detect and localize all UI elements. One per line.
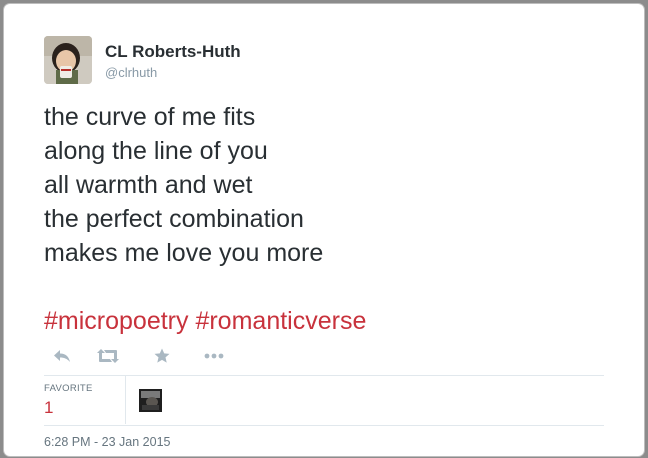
- tweet-text-line: all warmth and wet: [44, 171, 253, 199]
- tweet-text-line: the curve of me fits: [44, 103, 256, 131]
- user-handle[interactable]: @clrhuth: [105, 65, 157, 80]
- reply-button[interactable]: [48, 344, 76, 368]
- stats-separator: [125, 376, 126, 424]
- user-avatar[interactable]: [44, 36, 92, 84]
- tweet-text-line: makes me love you more: [44, 239, 324, 267]
- favorite-count[interactable]: 1: [44, 398, 53, 418]
- user-name[interactable]: CL Roberts-Huth: [105, 42, 241, 62]
- tweet-text-line: along the line of you: [44, 137, 268, 165]
- reply-icon: [54, 350, 70, 362]
- retweet-button[interactable]: [94, 344, 122, 368]
- stats-top-divider: [44, 375, 604, 376]
- more-button[interactable]: [200, 344, 228, 368]
- hashtag-romanticverse[interactable]: #romanticverse: [195, 307, 366, 335]
- favorite-label: FAVORITE: [44, 383, 93, 394]
- hashtag-line: #micropoetry #romanticverse: [44, 304, 366, 338]
- favorite-button[interactable]: [148, 344, 176, 368]
- favorite-icon: [154, 348, 170, 363]
- retweet-icon: [97, 349, 119, 363]
- favoriter-photo: [139, 389, 162, 412]
- stats-bottom-divider: [44, 425, 604, 426]
- more-icon: [204, 353, 224, 359]
- tweet-card: CL Roberts-Huth @clrhuth the curve of me…: [4, 4, 644, 456]
- tweet-timestamp[interactable]: 6:28 PM - 23 Jan 2015: [44, 435, 170, 449]
- favoriter-avatar[interactable]: [139, 389, 162, 412]
- avatar-photo: [44, 36, 92, 84]
- tweet-text-line: the perfect combination: [44, 205, 304, 233]
- tweet-text: the curve of me fits along the line of y…: [44, 100, 604, 270]
- hashtag-micropoetry[interactable]: #micropoetry: [44, 307, 189, 335]
